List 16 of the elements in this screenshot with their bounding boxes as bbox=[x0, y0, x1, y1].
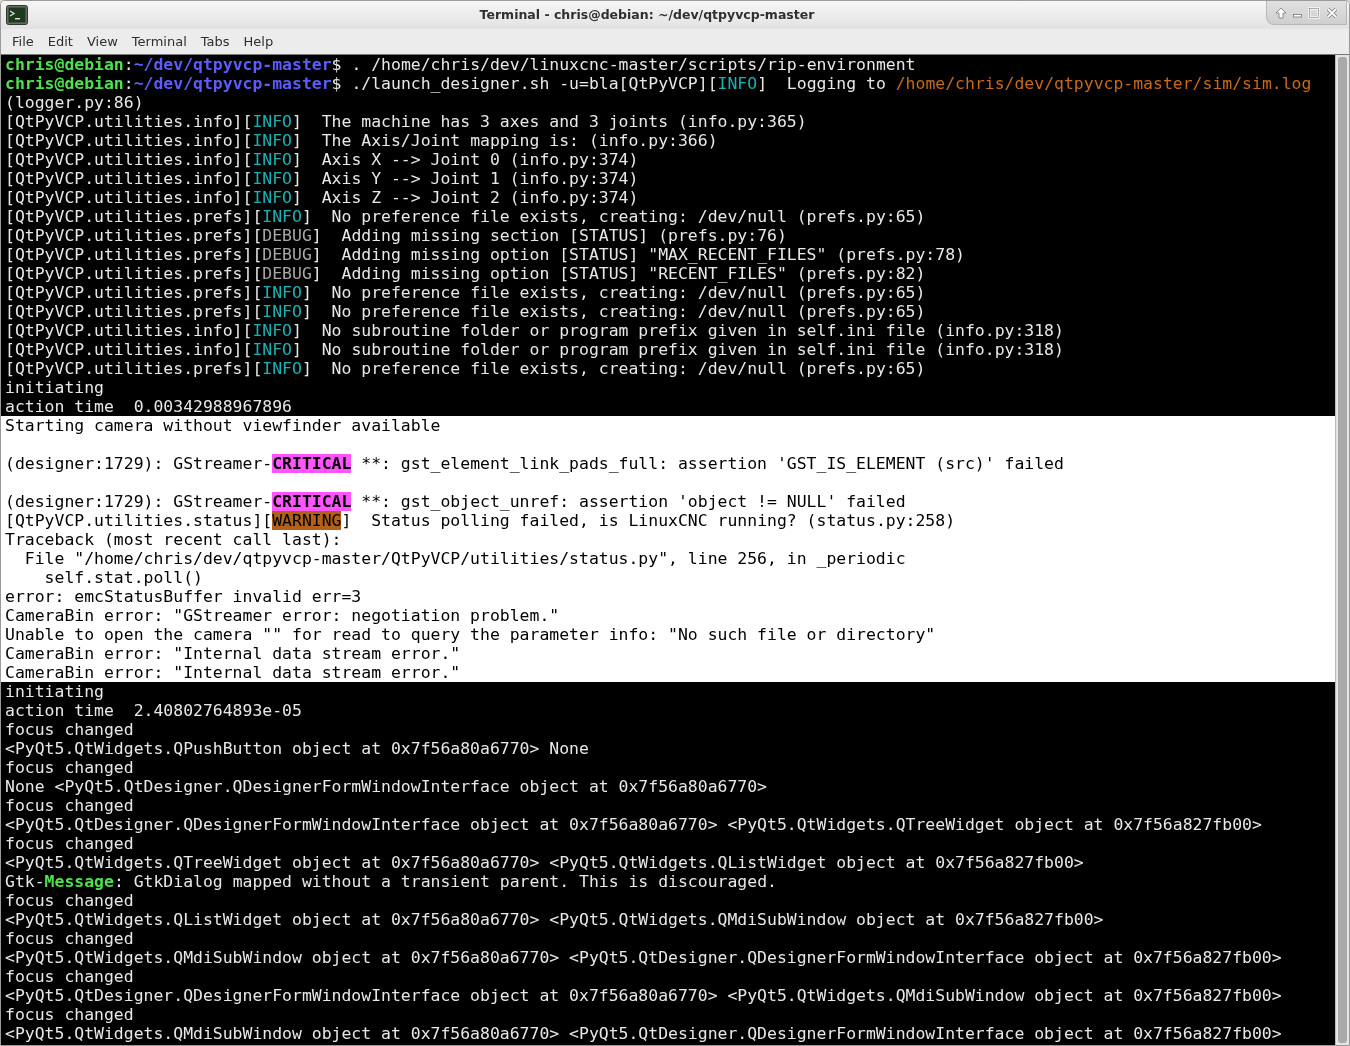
menu-item[interactable]: View bbox=[79, 29, 125, 54]
terminal-icon bbox=[6, 5, 28, 25]
scrollbar[interactable] bbox=[1335, 55, 1349, 1045]
menu-item[interactable]: Terminal bbox=[124, 29, 194, 54]
maximize-button[interactable] bbox=[1308, 6, 1320, 19]
menu-item[interactable]: Edit bbox=[40, 29, 80, 54]
window-title: Terminal - chris@debian: ~/dev/qtpyvcp-master bbox=[478, 5, 816, 24]
close-icon bbox=[1326, 6, 1338, 19]
menu-item[interactable]: File bbox=[5, 29, 41, 54]
menu-item[interactable]: Tabs bbox=[193, 29, 237, 54]
menu-item[interactable]: Help bbox=[236, 29, 281, 54]
shade-button[interactable] bbox=[1275, 6, 1287, 19]
close-button[interactable] bbox=[1326, 6, 1338, 19]
maximize-icon bbox=[1308, 6, 1320, 19]
minimize-icon bbox=[1293, 14, 1302, 18]
up-arrow-icon bbox=[1275, 6, 1287, 19]
